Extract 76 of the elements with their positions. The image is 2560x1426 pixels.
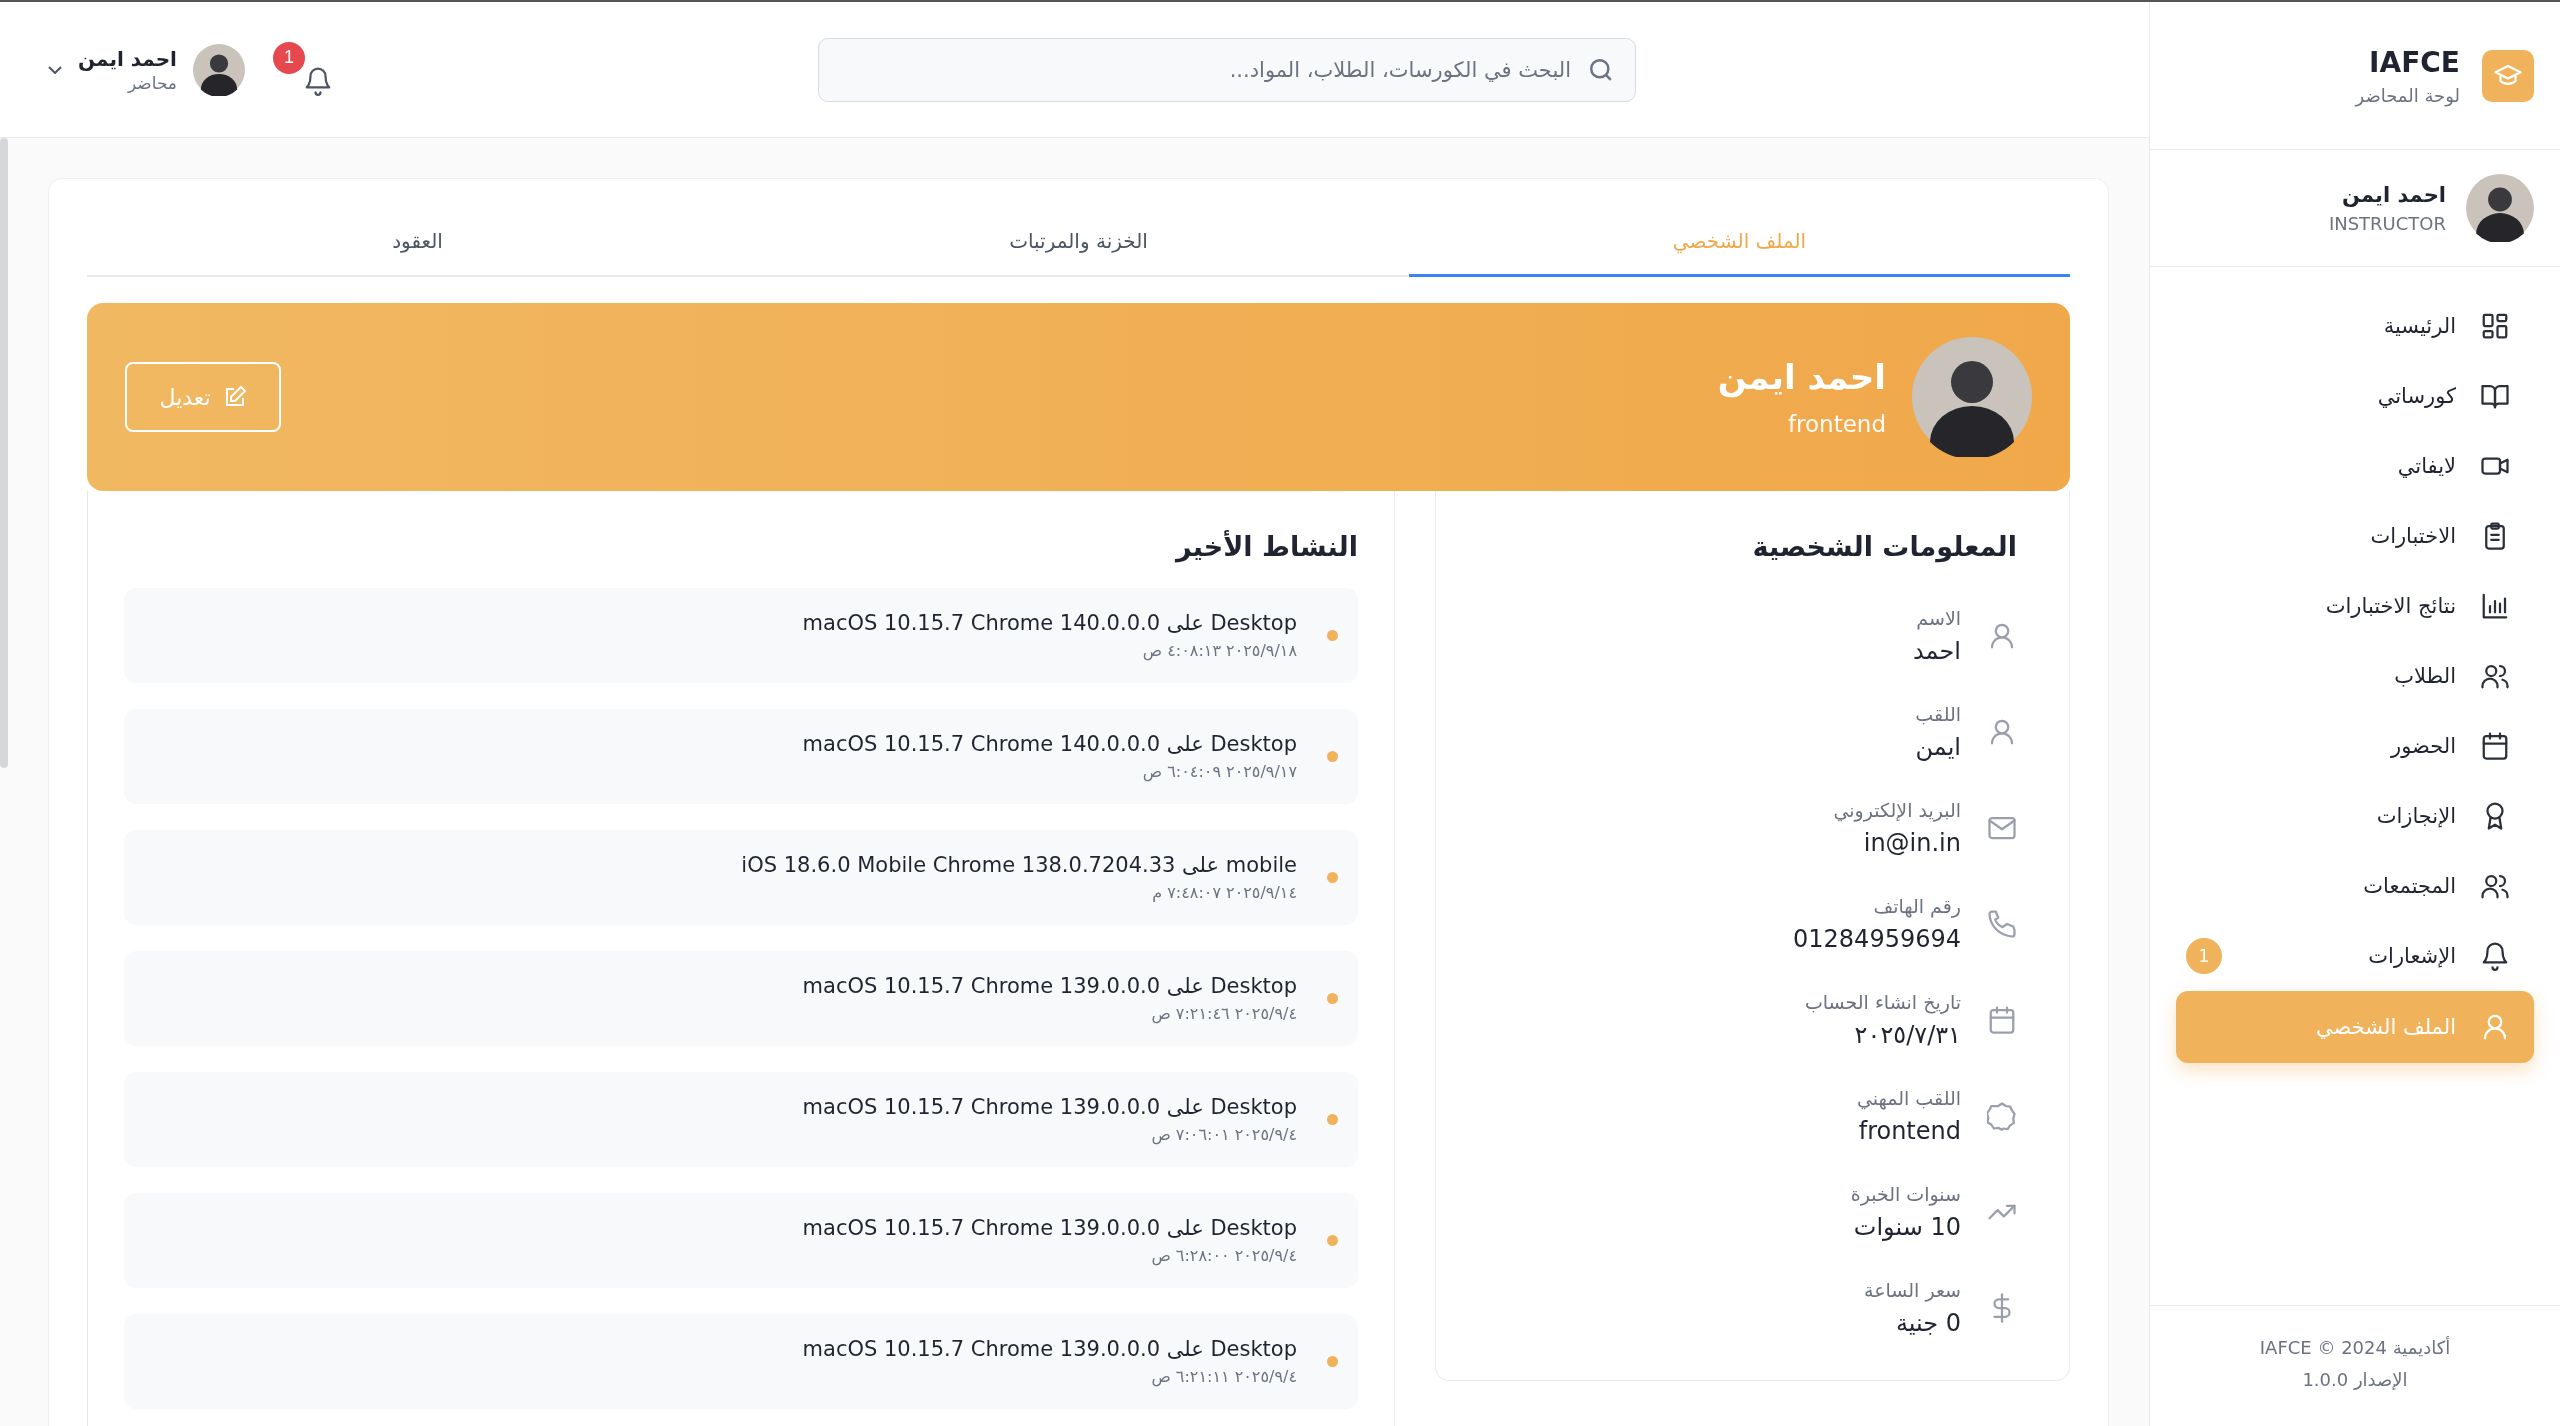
phone-icon [1987, 909, 2017, 939]
section-heading: النشاط الأخير [1174, 531, 1358, 562]
chevron-down-icon [48, 65, 62, 74]
sidebar-item[interactable]: كورساتي [2176, 361, 2534, 431]
activity-device: Desktop على macOS 10.15.7 Chrome 139.0.0.0 [802, 1095, 1297, 1119]
activity-time: ٢٠٢٥/٩/٤ ٦:٢١:١١ ص [1150, 1367, 1297, 1386]
tab[interactable]: الخزنة والمرتبات [748, 179, 1409, 277]
calendar-icon [2480, 731, 2510, 761]
user-name: احمد ايمن [2341, 182, 2446, 207]
activity-time: ٢٠٢٥/٩/١٨ ٤:٠٨:١٣ ص [1141, 641, 1297, 660]
field-label: اللقب المهني [1856, 1087, 1961, 1109]
activity-time: ٢٠٢٥/٩/١٧ ٦:٠٤:٠٩ ص [1141, 762, 1297, 781]
search-icon [1590, 58, 1612, 81]
user-menu[interactable]: احمد ايمن محاضر [48, 43, 245, 96]
count-badge: 1 [2186, 938, 2222, 974]
status-dot [1327, 1356, 1338, 1367]
status-dot [1327, 1235, 1338, 1246]
sidebar-item[interactable]: الإنجازات [2176, 781, 2534, 851]
bell-icon [2480, 941, 2510, 971]
field-value: ٢٠٢٥/٧/٣١ [1853, 1021, 1961, 1049]
sidebar-item[interactable]: نتائج الاختبارات [2176, 571, 2534, 641]
activity-device: mobile على iOS 18.6.0 Mobile Chrome 138.0.7204.33 [741, 853, 1297, 877]
graduation-cap-icon [2482, 49, 2534, 102]
sidebar-item[interactable]: المجتمعات [2176, 851, 2534, 921]
field-label: سنوات الخبرة [1850, 1183, 1961, 1205]
status-dot [1327, 1114, 1338, 1125]
sidebar-item[interactable]: الحضور [2176, 711, 2534, 781]
avatar [192, 43, 245, 96]
sidebar-item[interactable]: الرئيسية [2176, 291, 2534, 361]
field-label: اللقب [1915, 703, 1961, 725]
profile-title: frontend [1786, 411, 1886, 437]
status-dot [1327, 751, 1338, 762]
field-value: in@in.in [1862, 829, 1961, 857]
bar-chart-icon [2480, 591, 2510, 621]
notification-badge: 1 [272, 41, 305, 74]
activity-time: ٢٠٢٥/٩/١٤ ٧:٤٨:٠٧ م [1151, 883, 1297, 902]
user-role: INSTRUCTOR [2328, 212, 2446, 234]
activity-device: Desktop على macOS 10.15.7 Chrome 140.0.0.0 [802, 732, 1297, 756]
badge-icon [1987, 1101, 2017, 1131]
field-value: 10 سنوات [1852, 1213, 1961, 1241]
dashboard-icon [2480, 311, 2510, 341]
sidebar-item[interactable]: لايفاتي [2176, 431, 2534, 501]
copyright-text: أكاديمية IAFCE © 2024 [2258, 1335, 2452, 1360]
status-dot [1327, 993, 1338, 1004]
brand-title: IAFCE [2368, 45, 2460, 79]
search-field[interactable]: البحث في الكورسات، الطلاب، المواد... [818, 37, 1636, 102]
avatar [2466, 174, 2534, 242]
brand-subtitle: لوحة المحاضر [2355, 84, 2460, 106]
field-label: الاسم [1915, 607, 1961, 629]
sidebar-item[interactable]: الطلاب [2176, 641, 2534, 711]
activity-time: ٢٠٢٥/٩/٤ ٧:٠٦:٠١ ص [1150, 1125, 1297, 1144]
notifications-button[interactable]: 1 [272, 41, 333, 98]
field-value: 0 جنية [1894, 1309, 1961, 1337]
activity-device: Desktop على macOS 10.15.7 Chrome 139.0.0.0 [802, 1337, 1297, 1361]
calendar-icon [1987, 1005, 2017, 1035]
status-dot [1327, 630, 1338, 641]
tab[interactable]: العقود [87, 179, 748, 277]
scrollbar[interactable] [0, 138, 8, 768]
field-value: احمد [1913, 637, 1961, 665]
status-dot [1327, 872, 1338, 883]
field-label: رقم الهاتف [1872, 895, 1961, 917]
activity-device: Desktop على macOS 10.15.7 Chrome 139.0.0.0 [802, 974, 1297, 998]
activity-device: Desktop على macOS 10.15.7 Chrome 140.0.0.0 [802, 611, 1297, 635]
field-label: البريد الإلكتروني [1833, 799, 1961, 821]
activity-time: ٢٠٢٥/٩/٤ ٦:٢٨:٠٠ ص [1150, 1246, 1297, 1265]
field-value: ايمن [1915, 733, 1961, 761]
field-label: تاريخ انشاء الحساب [1804, 991, 1961, 1013]
profile-name: احمد ايمن [1717, 357, 1886, 397]
field-value: frontend [1857, 1117, 1961, 1145]
activity-time: ٢٠٢٥/٩/٤ ٧:٢١:٤٦ ص [1150, 1004, 1297, 1023]
field-value: 01284959694 [1793, 925, 1961, 953]
activity-device: Desktop على macOS 10.15.7 Chrome 139.0.0.0 [802, 1216, 1297, 1240]
version-text: الإصدار 1.0.0 [2301, 1368, 2409, 1392]
sidebar-item[interactable]: الاختبارات [2176, 501, 2534, 571]
section-heading: المعلومات الشخصية [1751, 531, 2017, 562]
field-label: سعر الساعة [1864, 1279, 1961, 1301]
